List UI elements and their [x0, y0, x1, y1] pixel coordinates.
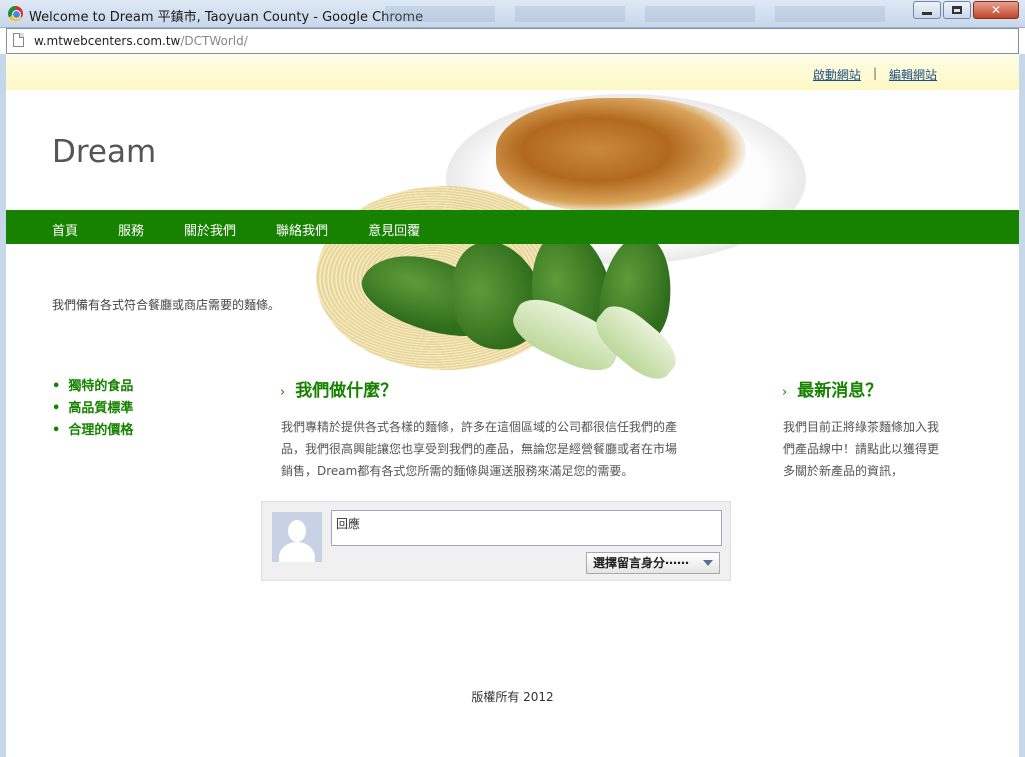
comment-box: 回應 選擇留言身分⋯⋯ — [261, 501, 731, 581]
what-we-do-text: 我們專精於提供各式各樣的麵條，許多在這個區域的公司都很信任我們的產 品，我們很高… — [281, 416, 751, 482]
top-links-separator: | — [872, 66, 877, 80]
news-text: 我們目前正將綠茶麵條加入我 們產品線中！請點此以獲得更 多關於新產品的資訊， — [783, 416, 983, 482]
maximize-icon — [952, 6, 962, 14]
window-controls: ✕ — [911, 1, 1019, 19]
footer-copyright: 版權所有 2012 — [471, 690, 554, 704]
what-we-do-line: 銷售，Dream都有各式您所需的麵條與運送服務來滿足您的需要。 — [281, 464, 634, 478]
background-tabs — [385, 6, 905, 22]
launch-site-link[interactable]: 啟動網站 — [813, 66, 861, 83]
nav-item-feedback[interactable]: 意見回覆 — [368, 220, 420, 239]
address-bar[interactable]: w.mtwebcenters.com.tw/DCTWorld/ — [6, 28, 1019, 54]
feature-item: 合理的價格 — [52, 420, 133, 442]
top-links: 啟動網站 | 編輯網站 — [813, 66, 937, 83]
nav-item-contact[interactable]: 聯絡我們 — [276, 220, 328, 239]
dropdown-caret-icon — [703, 560, 713, 566]
feature-item: 高品質標準 — [52, 398, 133, 420]
url-path: /DCTWorld/ — [180, 34, 248, 48]
what-we-do-title: 我們做什麼？ — [295, 381, 398, 401]
close-icon: ✕ — [990, 3, 1002, 17]
noodle-dish-shape — [496, 98, 746, 213]
avatar-head-icon — [288, 520, 306, 542]
minimize-icon — [922, 11, 932, 15]
what-we-do-line: 品，我們很高興能讓您也享受到我們的產品，無論您是經營餐廳或者在市場 — [281, 442, 678, 456]
bok-choy-shape — [353, 223, 691, 389]
window-titlebar: Welcome to Dream 平鎮市, Taoyuan County - G… — [0, 0, 1025, 28]
chevron-right-icon: › — [280, 385, 286, 400]
window-frame-right — [1019, 54, 1025, 757]
edit-site-link[interactable]: 編輯網站 — [889, 66, 937, 83]
what-we-do-heading: › 我們做什麼？ — [280, 376, 397, 401]
main-nav: 首頁 服務 關於我們 聯絡我們 意見回覆 — [6, 210, 1019, 244]
maximize-button[interactable] — [943, 1, 971, 19]
chevron-right-icon: › — [782, 385, 788, 400]
feature-item: 獨特的食品 — [52, 376, 133, 398]
url-host: w.mtwebcenters.com.tw — [34, 34, 181, 48]
comment-input[interactable]: 回應 — [331, 510, 722, 546]
feature-list: 獨特的食品 高品質標準 合理的價格 — [52, 376, 133, 442]
identity-dropdown[interactable]: 選擇留言身分⋯⋯ — [585, 552, 720, 574]
url-text[interactable]: w.mtwebcenters.com.tw/DCTWorld/ — [34, 34, 248, 48]
window-title: Welcome to Dream 平鎮市, Taoyuan County - G… — [29, 10, 424, 25]
news-line: 我們目前正將綠茶麵條加入我 — [783, 420, 940, 434]
nav-item-services[interactable]: 服務 — [118, 220, 144, 239]
page-icon — [13, 33, 24, 47]
web-page: 啟動網站 | 編輯網站 Dream 首頁 服務 關於我們 聯絡我們 意見回覆 我… — [6, 54, 1019, 757]
close-button[interactable]: ✕ — [973, 1, 1019, 19]
avatar-body-icon — [279, 542, 315, 562]
chrome-logo-icon — [8, 6, 23, 21]
nav-list: 首頁 服務 關於我們 聯絡我們 意見回覆 — [52, 220, 460, 239]
minimize-button[interactable] — [913, 1, 941, 19]
news-title: 最新消息？ — [797, 381, 883, 401]
news-line: 多關於新產品的資訊， — [783, 464, 904, 478]
news-line: 們產品線中！請點此以獲得更 — [783, 442, 940, 456]
site-logo[interactable]: Dream — [52, 134, 156, 170]
nav-item-about[interactable]: 關於我們 — [184, 220, 236, 239]
what-we-do-line: 我們專精於提供各式各樣的麵條，許多在這個區域的公司都很信任我們的產 — [281, 420, 678, 434]
nav-item-home[interactable]: 首頁 — [52, 220, 78, 239]
news-heading: › 最新消息？ — [782, 376, 882, 401]
avatar — [272, 512, 322, 562]
identity-label: 選擇留言身分⋯⋯ — [592, 556, 689, 570]
tagline: 我們備有各式符合餐廳或商店需要的麵條。 — [52, 298, 281, 312]
